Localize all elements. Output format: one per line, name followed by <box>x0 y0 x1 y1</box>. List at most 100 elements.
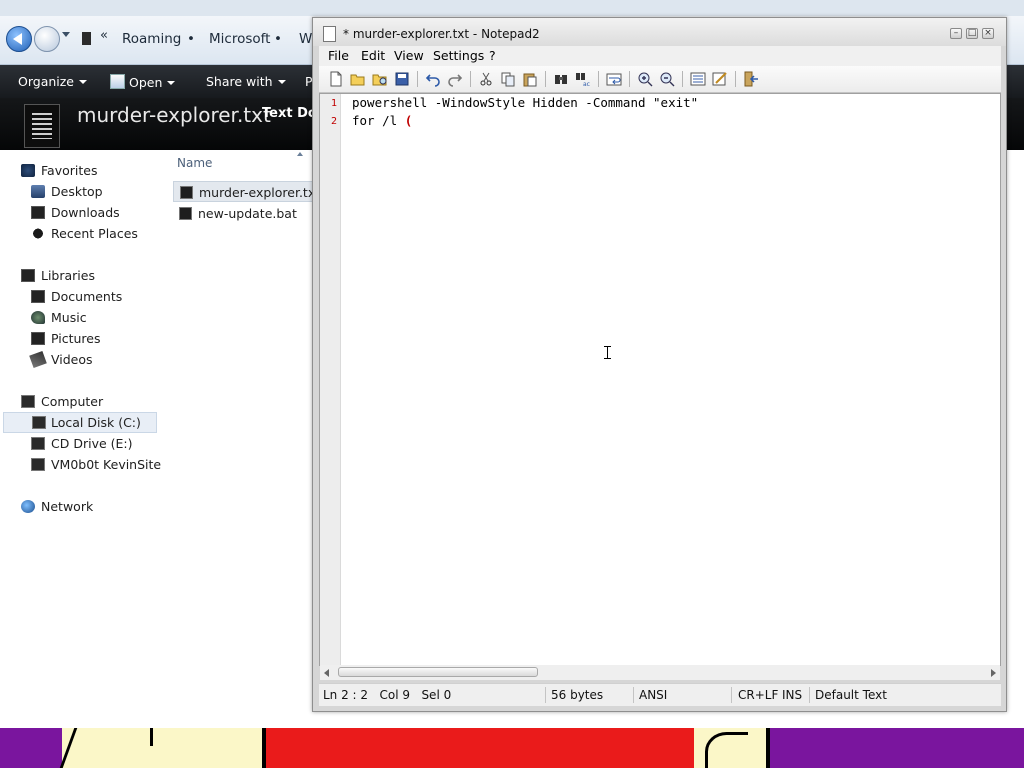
text-editor[interactable]: 1 2 powershell -WindowStyle Hidden -Comm… <box>319 93 1001 666</box>
status-separator <box>633 687 634 703</box>
menu-settings[interactable]: Settings <box>433 48 484 63</box>
scroll-left-arrow-icon[interactable] <box>324 669 329 677</box>
toolbar-separator <box>598 71 599 87</box>
details-file-name: murder-explorer.txt <box>77 103 271 127</box>
dropdown-caret-icon <box>79 80 87 84</box>
menu-bar: File Edit View Settings ? <box>319 46 1001 66</box>
nav-libraries-label: Libraries <box>41 268 95 283</box>
open-icon[interactable] <box>350 71 366 87</box>
customize-scheme-icon[interactable] <box>712 71 728 87</box>
notepad-titlebar[interactable]: * murder-explorer.txt - Notepad2 – □ × <box>313 18 1006 46</box>
nav-item-label: Local Disk (C:) <box>51 415 141 430</box>
batch-file-icon <box>179 207 192 220</box>
menu-help[interactable]: ? <box>489 48 496 63</box>
forward-button[interactable] <box>34 26 60 52</box>
save-icon[interactable] <box>394 71 410 87</box>
downloads-icon <box>31 206 45 219</box>
breadcrumb-separator[interactable]: • <box>187 31 195 47</box>
status-scheme[interactable]: Default Text <box>815 688 887 702</box>
open-label: Open <box>129 75 163 90</box>
breadcrumb-truncated[interactable]: W <box>299 31 312 47</box>
nav-item-label: Documents <box>51 289 123 304</box>
file-row-murder-explorer[interactable]: murder-explorer.txt <box>173 181 320 202</box>
wallpaper-stroke <box>150 728 153 746</box>
navigation-pane: Favorites Desktop Downloads Recent Place… <box>0 150 165 728</box>
toolbar-separator <box>682 71 683 87</box>
breadcrumb-overflow[interactable]: « <box>100 28 108 43</box>
file-row-new-update[interactable]: new-update.bat <box>173 203 313 224</box>
recent-pages-chevron-icon[interactable] <box>62 32 70 37</box>
cut-icon[interactable] <box>478 71 494 87</box>
recent-places-icon <box>31 227 45 240</box>
minimize-button[interactable]: – <box>950 28 962 39</box>
text-file-icon <box>180 186 193 199</box>
file-list: Name murder-explorer.txt new-update.bat <box>170 150 320 728</box>
pictures-icon <box>31 332 45 345</box>
scheme-icon[interactable] <box>690 71 706 87</box>
notepad-app-icon <box>323 26 336 42</box>
code-text: for /l <box>352 113 405 128</box>
undo-icon[interactable] <box>425 71 441 87</box>
menu-file[interactable]: File <box>328 48 349 63</box>
code-line[interactable]: powershell -WindowStyle Hidden -Command … <box>352 95 698 110</box>
nav-item-local-disk[interactable]: Local Disk (C:) <box>3 412 157 433</box>
breadcrumb-microsoft[interactable]: Microsoft <box>209 31 270 47</box>
line-number: 2 <box>330 116 337 127</box>
hard-drive-icon <box>32 416 46 429</box>
videos-icon <box>29 350 47 369</box>
maximize-button[interactable]: □ <box>966 28 978 39</box>
notepad2-window: * murder-explorer.txt - Notepad2 – □ × F… <box>312 17 1007 712</box>
nav-item-label: CD Drive (E:) <box>51 436 133 451</box>
breadcrumb-separator[interactable]: • <box>274 31 282 47</box>
open-menu[interactable]: Open <box>110 74 176 90</box>
status-insert-mode[interactable]: INS <box>782 688 802 702</box>
scrollbar-thumb[interactable] <box>338 667 538 677</box>
horizontal-scrollbar[interactable] <box>320 665 1000 680</box>
share-with-label: Share with <box>206 74 273 89</box>
desktop-wallpaper <box>0 728 1024 768</box>
sort-ascending-icon <box>297 152 303 156</box>
organize-menu[interactable]: Organize <box>18 74 87 89</box>
scroll-right-arrow-icon[interactable] <box>991 669 996 677</box>
close-button[interactable]: × <box>982 28 994 39</box>
window-title: * murder-explorer.txt - Notepad2 <box>343 27 540 41</box>
organize-label: Organize <box>18 74 74 89</box>
wallpaper-stroke <box>705 732 748 768</box>
notepad-toolbar: ac <box>319 66 1001 93</box>
cd-drive-icon <box>31 437 45 450</box>
new-icon[interactable] <box>328 71 344 87</box>
nav-item-label: Music <box>51 310 87 325</box>
nav-item-label: VM0b0t KevinSite <box>51 457 162 472</box>
file-name: new-update.bat <box>198 206 297 221</box>
word-wrap-icon[interactable] <box>606 71 622 87</box>
breadcrumb-roaming[interactable]: Roaming <box>122 31 181 47</box>
paste-icon[interactable] <box>522 71 538 87</box>
wallpaper-region <box>266 728 694 768</box>
code-line[interactable]: for /l ( <box>352 113 412 128</box>
toolbar-separator <box>735 71 736 87</box>
back-button[interactable] <box>6 26 32 52</box>
star-icon <box>21 164 35 177</box>
toolbar-separator <box>545 71 546 87</box>
browse-icon[interactable] <box>372 71 388 87</box>
share-with-menu[interactable]: Share with <box>206 74 286 89</box>
nav-item-label: Desktop <box>51 184 103 199</box>
computer-icon <box>21 395 35 408</box>
toolbar-separator <box>470 71 471 87</box>
find-icon[interactable] <box>553 71 569 87</box>
copy-icon[interactable] <box>500 71 516 87</box>
menu-edit[interactable]: Edit <box>361 48 385 63</box>
text-cursor-icon <box>604 346 611 359</box>
status-line-endings[interactable]: CR+LF <box>738 688 778 702</box>
status-encoding[interactable]: ANSI <box>639 688 667 702</box>
redo-icon[interactable] <box>447 71 463 87</box>
menu-view[interactable]: View <box>394 48 424 63</box>
zoom-out-icon[interactable] <box>659 71 675 87</box>
zoom-in-icon[interactable] <box>637 71 653 87</box>
nav-network-label: Network <box>41 499 94 514</box>
text-file-icon <box>24 104 60 148</box>
column-header-name[interactable]: Name <box>177 156 212 170</box>
exit-icon[interactable] <box>743 71 759 87</box>
replace-icon[interactable]: ac <box>575 71 591 87</box>
nav-favorites-label: Favorites <box>41 163 98 178</box>
